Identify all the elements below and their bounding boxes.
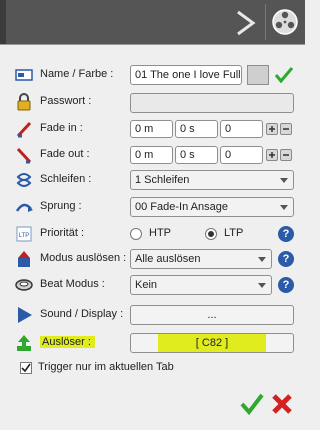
help-icon[interactable]: ? xyxy=(278,277,294,293)
svg-text:LTP: LTP xyxy=(19,233,30,239)
priority-icon: LTP xyxy=(16,226,32,242)
chevron-right-icon[interactable] xyxy=(233,10,259,36)
fade-in-minutes[interactable]: 0 m xyxy=(130,120,173,138)
fade-out-milliseconds[interactable]: 0 xyxy=(220,146,263,164)
check-icon[interactable] xyxy=(274,66,294,84)
ausloeser-value: [ C82 ] xyxy=(158,334,266,352)
confirm-check-icon[interactable] xyxy=(240,392,264,416)
film-reel-icon[interactable] xyxy=(271,8,299,36)
toolbar-edge xyxy=(0,0,6,44)
fade-in-seconds[interactable]: 0 s xyxy=(175,120,218,138)
ltp-radio[interactable] xyxy=(205,228,217,240)
beat-modus-select[interactable]: Kein xyxy=(130,275,272,295)
sprung-label: Sprung : xyxy=(40,200,82,212)
fade-out-minutes[interactable]: 0 m xyxy=(130,146,173,164)
chevron-down-icon xyxy=(258,257,266,262)
trigger-icon xyxy=(17,335,31,351)
fade-out-label: Fade out : xyxy=(40,148,90,160)
sound-display-button[interactable]: ... xyxy=(130,305,294,325)
htp-radio[interactable] xyxy=(130,228,142,240)
help-icon[interactable]: ? xyxy=(278,251,294,267)
chevron-down-icon xyxy=(258,283,266,288)
modus-ausloesen-label: Modus auslösen : xyxy=(40,252,127,264)
minus-icon[interactable] xyxy=(280,149,292,161)
lock-icon xyxy=(17,93,31,111)
help-icon[interactable]: ? xyxy=(278,226,294,242)
toolbar xyxy=(0,0,305,44)
passwort-label: Passwort : xyxy=(40,95,92,107)
checkmark-icon xyxy=(21,363,31,373)
modus-ausloesen-value: Alle auslösen xyxy=(135,253,201,265)
passwort-input[interactable] xyxy=(130,93,294,113)
schleifen-value: 1 Schleifen xyxy=(135,174,190,186)
trigger-checkbox[interactable] xyxy=(20,362,32,374)
name-farbe-label: Name / Farbe : xyxy=(40,68,114,80)
beat-modus-value: Kein xyxy=(135,279,158,291)
sprung-value: 00 Fade-In Ansage xyxy=(135,201,228,213)
chevron-down-icon xyxy=(280,178,288,183)
beat-icon xyxy=(15,279,33,291)
ausloeser-label: Auslöser : xyxy=(40,336,95,348)
htp-label: HTP xyxy=(149,227,171,239)
sprung-select[interactable]: 00 Fade-In Ansage xyxy=(130,197,294,217)
trigger-mode-icon xyxy=(18,251,30,267)
plus-icon[interactable] xyxy=(266,149,278,161)
play-icon xyxy=(18,307,32,323)
fade-in-milliseconds[interactable]: 0 xyxy=(220,120,263,138)
cancel-x-icon[interactable] xyxy=(270,392,294,416)
name-input[interactable]: 01 The one I love Full xyxy=(130,65,242,85)
ltp-label: LTP xyxy=(224,227,244,239)
schleifen-select[interactable]: 1 Schleifen xyxy=(130,170,294,190)
trigger-label: Trigger nur im aktuellen Tab xyxy=(38,361,174,373)
sound-display-label: Sound / Display : xyxy=(40,308,124,320)
toolbar-separator xyxy=(265,4,266,40)
chevron-down-icon xyxy=(280,205,288,210)
fade-out-icon xyxy=(16,147,32,164)
fade-in-icon xyxy=(16,121,32,138)
schleifen-label: Schleifen : xyxy=(40,173,92,185)
minus-icon[interactable] xyxy=(280,123,292,135)
fade-out-seconds[interactable]: 0 s xyxy=(175,146,218,164)
color-swatch[interactable] xyxy=(247,65,269,85)
jump-icon xyxy=(15,203,33,212)
prioritaet-label: Priorität : xyxy=(40,227,85,239)
loop-icon xyxy=(16,173,32,187)
ausloeser-button[interactable]: [ C82 ] xyxy=(130,333,294,353)
fade-in-label: Fade in : xyxy=(40,122,83,134)
beat-modus-label: Beat Modus : xyxy=(40,278,105,290)
plus-icon[interactable] xyxy=(266,123,278,135)
properties-panel: Name / Farbe : 01 The one I love Full Pa… xyxy=(0,44,305,430)
name-tag-icon xyxy=(15,69,33,81)
modus-ausloesen-select[interactable]: Alle auslösen xyxy=(130,249,272,269)
